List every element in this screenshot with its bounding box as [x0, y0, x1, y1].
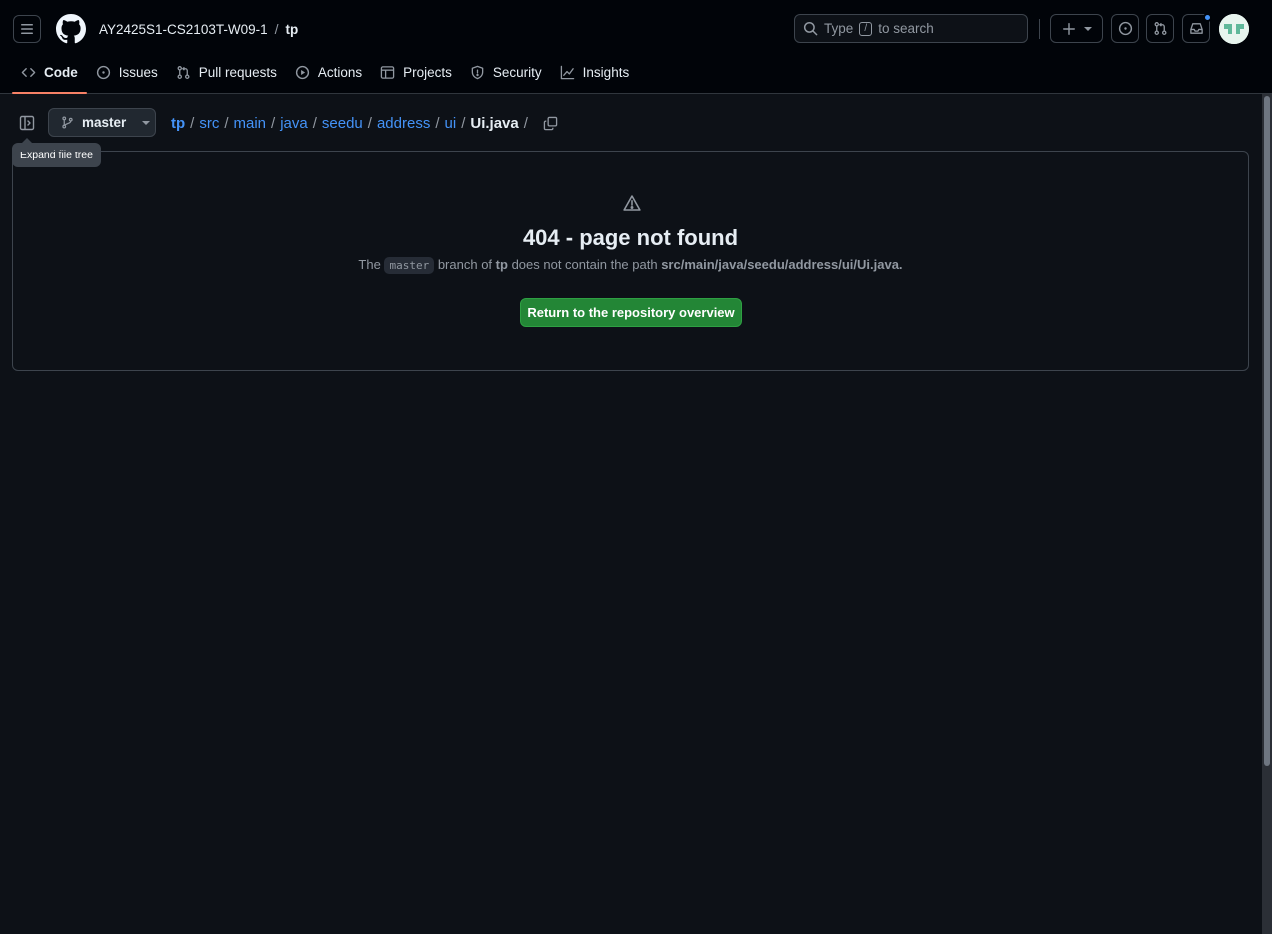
breadcrumb-separator: / [523, 114, 528, 132]
breadcrumb-separator: / [461, 114, 466, 132]
breadcrumb-separator: / [190, 114, 195, 132]
tab-label: Projects [403, 64, 452, 80]
breadcrumb: tp / src / main / java / seedu / address… [171, 113, 558, 133]
notification-indicator [1203, 13, 1212, 22]
scrollbar-thumb[interactable] [1264, 96, 1270, 766]
error-message: The master branch of tp does not contain… [13, 257, 1248, 274]
pull-requests-button[interactable] [1146, 14, 1174, 43]
inbox-icon [1189, 23, 1203, 34]
github-logo-icon[interactable] [56, 14, 86, 44]
tab-insights[interactable]: Insights [551, 56, 639, 88]
repo-context: AY2425S1-CS2103T-W09-1 / tp [99, 20, 298, 38]
header-divider [1039, 19, 1040, 39]
pull-request-icon [1153, 22, 1167, 35]
branch-selector[interactable]: master [48, 108, 156, 137]
create-new-button[interactable] [1050, 14, 1103, 43]
alert-icon [623, 194, 641, 212]
repo-link[interactable]: tp [285, 22, 298, 37]
return-to-repo-button[interactable]: Return to the repository overview [520, 298, 742, 327]
copy-icon [543, 116, 558, 130]
tab-label: Issues [118, 64, 158, 80]
breadcrumb-separator: / [271, 114, 276, 132]
tab-issues[interactable]: Issues [87, 56, 167, 88]
branch-name: master [82, 115, 127, 130]
global-header: AY2425S1-CS2103T-W09-1 / tp Type / to se… [0, 0, 1272, 94]
expand-file-tree-button[interactable] [17, 113, 37, 133]
search-input[interactable]: Type / to search [794, 14, 1028, 43]
triangle-down-icon [142, 120, 151, 125]
breadcrumb-separator: / [435, 114, 440, 132]
tab-code[interactable]: Code [12, 56, 87, 94]
graph-icon [560, 65, 574, 79]
git-branch-icon [62, 116, 73, 129]
plus-icon [1062, 22, 1075, 35]
play-icon [295, 65, 309, 79]
sidebar-expand-icon [19, 115, 35, 131]
tab-label: Actions [317, 64, 363, 80]
scrollbar[interactable] [1262, 94, 1272, 934]
tab-label: Insights [582, 64, 630, 80]
breadcrumb-link-main[interactable]: main [234, 115, 267, 132]
search-prefix: Type [824, 21, 854, 36]
breadcrumb-link-address[interactable]: address [377, 115, 430, 132]
error-branch-code: master [384, 257, 435, 274]
breadcrumb-separator: / [367, 114, 372, 132]
breadcrumb-separator: / [224, 114, 229, 132]
issue-icon [1118, 21, 1132, 36]
search-suffix: to search [878, 21, 934, 36]
breadcrumb-link-ui[interactable]: ui [445, 115, 457, 132]
breadcrumb-link-java[interactable]: java [280, 115, 308, 132]
copy-path-button[interactable] [543, 116, 558, 131]
error-msg-the: The [358, 257, 381, 272]
hamburger-icon [21, 24, 33, 34]
owner-link[interactable]: AY2425S1-CS2103T-W09-1 [99, 22, 268, 37]
breadcrumb-current-file: Ui.java [470, 114, 519, 132]
breadcrumb-link-seedu[interactable]: seedu [322, 115, 363, 132]
shield-icon [471, 65, 484, 79]
issues-button[interactable] [1111, 14, 1139, 43]
error-repo-name: tp [495, 257, 508, 272]
code-icon [21, 67, 36, 77]
error-msg-branch-of: branch of [437, 257, 493, 272]
repo-nav: Code Issues Pull requests Actions Projec… [12, 56, 638, 94]
search-icon [803, 21, 818, 36]
error-msg-path-intro: does not contain the path [511, 257, 658, 272]
pull-request-icon [177, 65, 190, 79]
tab-label: Security [492, 64, 542, 80]
search-shortcut-key: / [859, 21, 873, 36]
tab-actions[interactable]: Actions [286, 56, 371, 88]
breadcrumb-separator: / [312, 114, 317, 132]
tab-security[interactable]: Security [461, 56, 551, 88]
tab-projects[interactable]: Projects [371, 56, 461, 88]
breadcrumb-link-src[interactable]: src [199, 115, 219, 132]
breadcrumb-link-tp[interactable]: tp [171, 115, 185, 132]
tab-label: Pull requests [198, 64, 277, 80]
error-path: src/main/java/seedu/address/ui/Ui.java. [661, 257, 903, 272]
issue-icon [96, 65, 110, 79]
tab-pull-requests[interactable]: Pull requests [167, 56, 286, 88]
menu-button[interactable] [13, 15, 41, 43]
error-panel: 404 - page not found The master branch o… [12, 151, 1249, 371]
tab-label: Code [44, 64, 78, 80]
context-separator: / [274, 21, 279, 37]
triangle-down-icon [1083, 26, 1092, 31]
table-icon [380, 65, 395, 79]
error-title: 404 - page not found [522, 225, 739, 250]
avatar[interactable] [1219, 14, 1249, 44]
